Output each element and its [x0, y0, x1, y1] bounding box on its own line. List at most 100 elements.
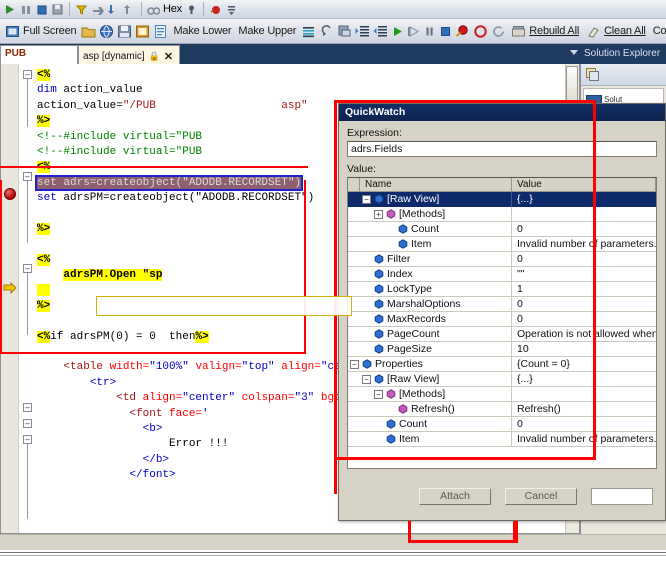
watch-row[interactable]: Refresh()Refresh(): [348, 402, 656, 417]
bug-red-icon[interactable]: [209, 3, 222, 16]
expander-placeholder: [362, 345, 371, 354]
editor-scroll-thumb[interactable]: [566, 66, 578, 106]
watch-row[interactable]: ItemInvalid number of parameters.: [348, 432, 656, 447]
rebuild-all-button[interactable]: Rebuild All: [509, 21, 581, 42]
build-icon: [511, 24, 526, 39]
collapse-icon[interactable]: −: [362, 375, 371, 384]
watch-row-value: "": [512, 268, 656, 280]
tab-asp-dynamic[interactable]: asp [dynamic] 🔒 ✕: [78, 45, 180, 64]
watch-row[interactable]: Count0: [348, 222, 656, 237]
step-into-icon[interactable]: [107, 3, 120, 16]
stop-blue-icon[interactable]: [35, 3, 48, 16]
step-out-icon[interactable]: [123, 3, 136, 16]
close-icon[interactable]: ✕: [164, 50, 173, 63]
start-debug-icon[interactable]: [391, 25, 404, 38]
cancel-button[interactable]: Cancel: [505, 488, 577, 505]
editor-indicator-margin[interactable]: [1, 64, 19, 533]
extra-field[interactable]: [591, 488, 653, 505]
pause-icon[interactable]: [19, 3, 32, 16]
document-icon[interactable]: [153, 24, 168, 39]
watch-row[interactable]: LockType 1: [348, 282, 656, 297]
grid-header-name[interactable]: Name: [360, 178, 512, 191]
step-over-icon[interactable]: [407, 25, 420, 38]
fold-marker[interactable]: –: [23, 70, 32, 79]
fold-marker[interactable]: –: [23, 172, 32, 181]
make-upper-button[interactable]: Make Upper: [236, 21, 298, 42]
watch-row-label: PageSize: [387, 343, 432, 355]
collapse-icon[interactable]: −: [362, 195, 371, 204]
watch-row[interactable]: −[Raw View]{...}: [348, 372, 656, 387]
toolbar-separator: [69, 2, 70, 16]
watch-row-name-cell: Item: [348, 432, 512, 447]
decrease-indent-icon[interactable]: [373, 24, 388, 39]
edit-icon[interactable]: [135, 24, 150, 39]
watch-row[interactable]: PageCountOperation is not allowed when t…: [348, 327, 656, 342]
options-icon[interactable]: [185, 3, 198, 16]
watch-row-name-cell: PageSize: [348, 342, 512, 357]
fold-marker[interactable]: –: [23, 403, 32, 412]
watch-row-label: MaxRecords: [387, 313, 446, 325]
restart-icon[interactable]: [491, 24, 506, 39]
full-screen-button[interactable]: Full Screen: [3, 21, 78, 42]
quickwatch-buttons: Attach Cancel: [339, 480, 665, 520]
watch-row-label: LockType: [387, 283, 432, 295]
watch-row[interactable]: MarshalOptions0: [348, 297, 656, 312]
watch-row-value: 1: [512, 283, 656, 295]
browser-icon[interactable]: [99, 24, 114, 39]
watch-row[interactable]: MaxRecords0: [348, 312, 656, 327]
comment-icon[interactable]: [319, 24, 334, 39]
save-icon[interactable]: [117, 24, 132, 39]
stop-circle-icon[interactable]: [473, 24, 488, 39]
expander-placeholder: [362, 330, 371, 339]
overflow-icon[interactable]: [225, 3, 238, 16]
collapse-icon[interactable]: −: [350, 360, 359, 369]
pause-debug-icon[interactable]: [423, 25, 436, 38]
watch-row-name-cell: −Properties: [348, 357, 512, 372]
watch-row[interactable]: ItemInvalid number of parameters.: [348, 237, 656, 252]
fold-marker[interactable]: –: [23, 264, 32, 273]
watch-row[interactable]: +[Methods]: [348, 207, 656, 222]
watch-row-name-cell: −[Raw View]: [348, 372, 512, 387]
debug-toolbar: Hex: [0, 0, 666, 19]
watch-row[interactable]: PageSize10: [348, 342, 656, 357]
tab-pub[interactable]: PUB: [0, 45, 78, 64]
fold-marker[interactable]: –: [23, 435, 32, 444]
expander-placeholder: [374, 420, 383, 429]
watch-row[interactable]: −Properties{Count = 0}: [348, 357, 656, 372]
watch-row-name-cell: Count: [348, 222, 512, 237]
play-green-icon[interactable]: [3, 3, 16, 16]
make-lower-button[interactable]: Make Lower: [171, 21, 233, 42]
property-blue-icon: [374, 284, 384, 294]
save-icon[interactable]: [51, 3, 64, 16]
watch-row[interactable]: −[Raw View]{...}: [348, 192, 656, 207]
watch-row-label: Item: [411, 238, 431, 250]
clean-all-button[interactable]: Clean All: [584, 21, 648, 42]
stop-debug-icon[interactable]: [439, 25, 452, 38]
chevron-down-icon[interactable]: [570, 50, 578, 55]
binoculars-icon[interactable]: [147, 3, 160, 16]
breakpoint-glyph[interactable]: [4, 188, 16, 200]
collapse-icon[interactable]: −: [374, 390, 383, 399]
watch-row[interactable]: Count0: [348, 417, 656, 432]
watch-value-grid[interactable]: Name Value −[Raw View]{...}+[Methods]Cou…: [347, 177, 657, 469]
quickwatch-dialog[interactable]: QuickWatch Expression: adrs.Fields Value…: [338, 103, 666, 521]
arrow-step-icon[interactable]: [91, 3, 104, 16]
watch-row[interactable]: Index"": [348, 267, 656, 282]
expression-input[interactable]: adrs.Fields: [347, 141, 657, 157]
document-tab-bar: PUB asp [dynamic] 🔒 ✕ Solution Explorer: [0, 44, 666, 64]
increase-indent-icon[interactable]: [355, 24, 370, 39]
attach-button[interactable]: Attach: [419, 488, 491, 505]
new-folder-icon[interactable]: [81, 24, 96, 39]
uncomment-icon[interactable]: [337, 24, 352, 39]
watch-row[interactable]: −[Methods]: [348, 387, 656, 402]
watch-row-value: 0: [512, 253, 656, 265]
indent-icon[interactable]: [301, 24, 316, 39]
collapse-button[interactable]: Collaps: [651, 21, 666, 42]
filter-yellow-icon[interactable]: [75, 3, 88, 16]
expand-icon[interactable]: +: [374, 210, 383, 219]
fold-marker[interactable]: –: [23, 419, 32, 428]
breakpoint-icon[interactable]: [455, 24, 470, 39]
grid-header-value[interactable]: Value: [512, 178, 656, 191]
watch-row[interactable]: Filter0: [348, 252, 656, 267]
properties-icon[interactable]: [585, 67, 600, 82]
